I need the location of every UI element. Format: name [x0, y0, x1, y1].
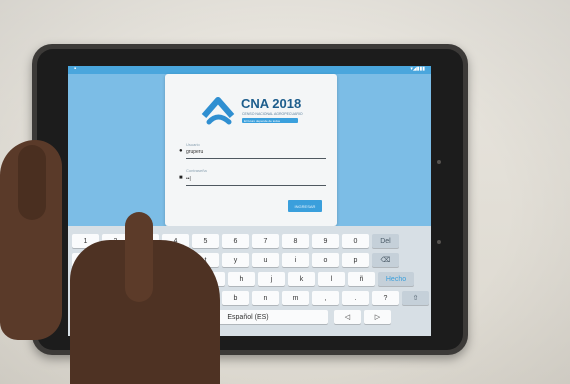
brand-tagline: El futuro depende de todos: [242, 118, 298, 123]
key-shift[interactable]: ⇧: [402, 291, 429, 305]
notification-icon: ▪: [74, 66, 77, 72]
status-bar: ▪ ▾◢▮▮▮: [68, 66, 431, 74]
key-.[interactable]: .: [342, 291, 369, 305]
key-ñ[interactable]: ñ: [348, 272, 375, 286]
key-0[interactable]: 0: [342, 234, 369, 248]
sensor-dot: [437, 240, 441, 244]
key-?[interactable]: ?: [372, 291, 399, 305]
sensor-dot: [437, 160, 441, 164]
right-index-finger: [125, 212, 153, 302]
key-y[interactable]: y: [222, 253, 249, 267]
key-n[interactable]: n: [252, 291, 279, 305]
password-underline: [186, 185, 326, 186]
login-button[interactable]: INGRESAR: [288, 200, 322, 212]
key-hecho[interactable]: Hecho: [378, 272, 414, 286]
status-icons: ▾◢▮▮▮: [410, 66, 425, 72]
key-m[interactable]: m: [282, 291, 309, 305]
key-l[interactable]: l: [318, 272, 345, 286]
username-underline: [186, 158, 326, 159]
key-arrow-right[interactable]: ▷: [364, 310, 391, 324]
left-thumb: [18, 145, 46, 220]
key-i[interactable]: i: [282, 253, 309, 267]
password-input[interactable]: ••|: [186, 176, 191, 182]
key-8[interactable]: 8: [282, 234, 309, 248]
key-p[interactable]: p: [342, 253, 369, 267]
key-backspace[interactable]: ⌫: [372, 253, 399, 267]
brand-title: CNA 2018: [241, 96, 302, 111]
brand-subtitle: CENSO NACIONAL AGROPECUARIO: [242, 112, 303, 116]
key-b[interactable]: b: [222, 291, 249, 305]
cna-logo-icon: [201, 97, 235, 125]
login-card: CNA 2018 CENSO NACIONAL AGROPECUARIO El …: [165, 74, 337, 226]
password-label: Contraseña: [186, 168, 207, 173]
key-u[interactable]: u: [252, 253, 279, 267]
lock-icon: ■: [179, 175, 183, 181]
key-k[interactable]: k: [288, 272, 315, 286]
key-j[interactable]: j: [258, 272, 285, 286]
key-,[interactable]: ,: [312, 291, 339, 305]
username-label: Usuario: [186, 142, 200, 147]
key-5[interactable]: 5: [192, 234, 219, 248]
key-h[interactable]: h: [228, 272, 255, 286]
key-9[interactable]: 9: [312, 234, 339, 248]
username-input[interactable]: gruperu: [186, 149, 203, 155]
key-6[interactable]: 6: [222, 234, 249, 248]
key-7[interactable]: 7: [252, 234, 279, 248]
key-arrow-left[interactable]: ◁: [334, 310, 361, 324]
key-del[interactable]: Del: [372, 234, 399, 248]
user-icon: ●: [179, 148, 183, 154]
key-o[interactable]: o: [312, 253, 339, 267]
